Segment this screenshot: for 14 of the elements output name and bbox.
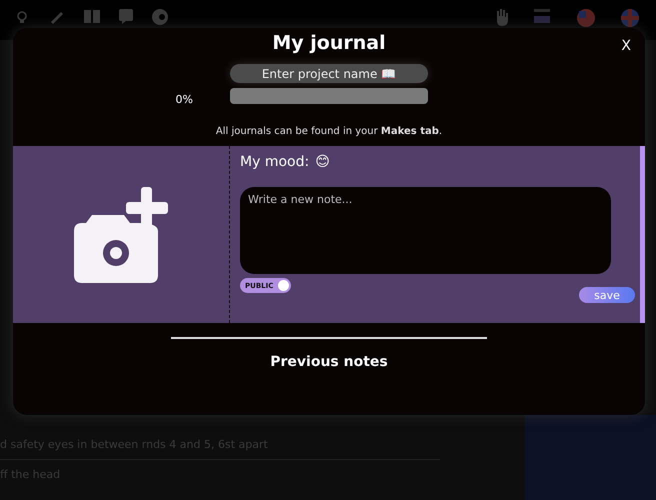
close-button[interactable]: X — [621, 38, 631, 54]
mood-emoji[interactable]: 😊 — [315, 154, 330, 170]
flag-icon[interactable] — [576, 8, 596, 28]
dialog-title: My journal — [272, 32, 386, 54]
project-name-field[interactable]: Enter project name 📖 — [230, 64, 428, 83]
note-field[interactable]: Write a new note... — [240, 187, 611, 274]
add-photo-icon[interactable] — [74, 186, 168, 282]
mood-label: My mood: — [240, 154, 310, 170]
section-heading: Previous notes — [269, 354, 389, 370]
progress-reading: 0% — [174, 93, 194, 106]
info-text: All journals can be found in your Makes tab. — [214, 126, 444, 137]
flag-icon[interactable] — [620, 8, 640, 28]
hand-icon[interactable] — [494, 8, 508, 26]
circle-icon[interactable] — [151, 8, 169, 26]
